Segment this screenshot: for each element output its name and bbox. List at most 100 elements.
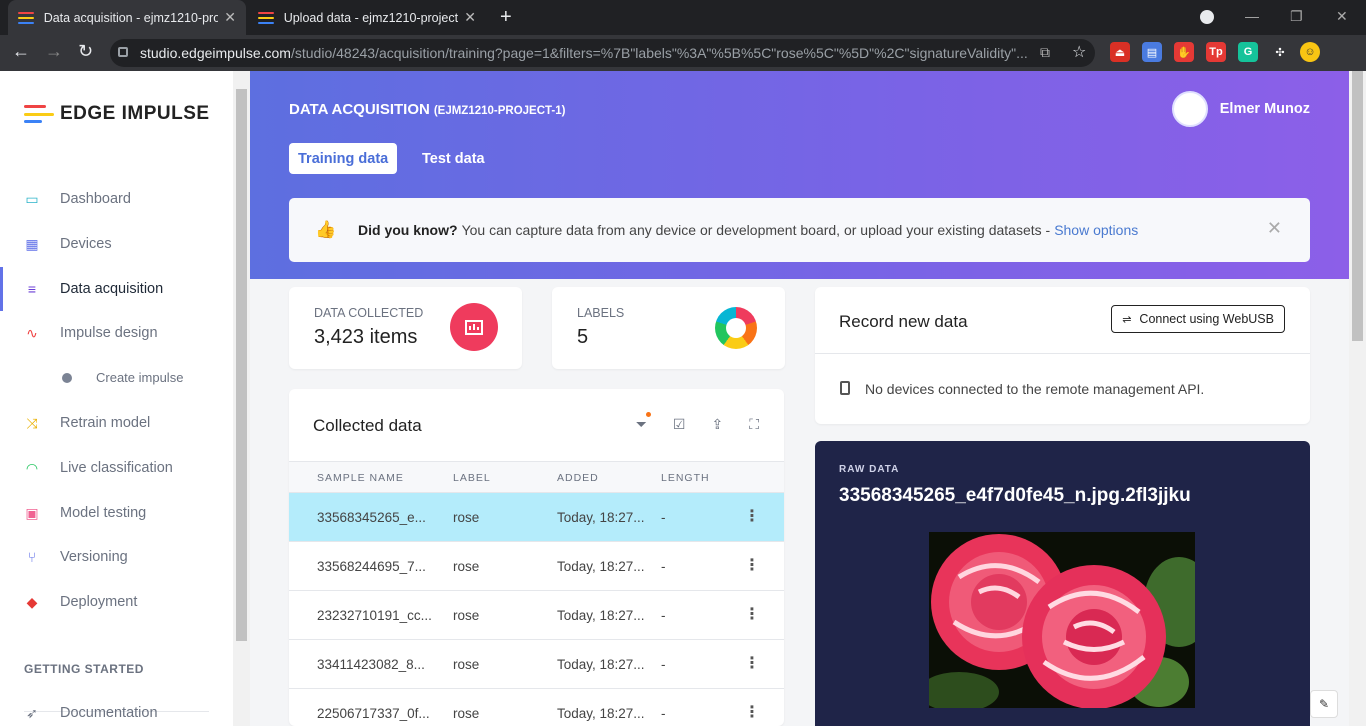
forward-arrow-icon[interactable]: → <box>45 41 63 62</box>
cell-length: - <box>661 657 666 672</box>
show-options-link[interactable]: Show options <box>1054 222 1138 238</box>
close-tab-icon[interactable]: ✕ <box>224 9 236 26</box>
sidebar-item-documentation[interactable]: ➶ Documentation <box>0 691 233 726</box>
sidebar-item-versioning[interactable]: ⑂ Versioning <box>0 535 233 579</box>
row-menu-icon[interactable]: ⋮ <box>744 493 760 540</box>
chip-icon <box>840 381 850 395</box>
row-menu-icon[interactable]: ⋮ <box>744 689 760 726</box>
monitor-icon: ▭ <box>25 190 39 207</box>
collected-data-card: Collected data ⏷ ☑ ⇪ ⛶ SAMPLE NAME LABEL… <box>289 389 784 726</box>
close-icon[interactable]: ✕ <box>1267 218 1282 239</box>
sidebar-item-label: Devices <box>60 236 112 252</box>
row-menu-icon[interactable]: ⋮ <box>744 640 760 687</box>
sidebar-scrollbar[interactable] <box>233 71 250 726</box>
column-header-added[interactable]: ADDED <box>557 462 599 494</box>
cell-label: rose <box>453 608 480 623</box>
cell-added: Today, 18:27... <box>557 559 645 574</box>
sidebar-item-data-acquisition[interactable]: ≡ Data acquisition <box>0 267 233 311</box>
avatar <box>1171 91 1208 127</box>
cell-length: - <box>661 559 666 574</box>
table-row[interactable]: 33568345265_e... rose Today, 18:27... - ⋮ <box>289 493 784 542</box>
minimize-button[interactable]: — <box>1245 8 1259 24</box>
chat-icon[interactable]: ✎ <box>1310 690 1338 718</box>
sidebar-item-dashboard[interactable]: ▭ Dashboard <box>0 177 233 221</box>
tp-icon[interactable]: Tp <box>1206 42 1226 62</box>
sidebar-subitem-create-impulse[interactable]: Create impulse <box>62 370 183 385</box>
connect-webusb-button[interactable]: ⇌ Connect using WebUSB <box>1111 305 1285 333</box>
cell-length: - <box>661 510 666 525</box>
collected-data-toolbar: ⏷ ☑ ⇪ ⛶ <box>636 412 759 433</box>
sidebar-subitem-label: Create impulse <box>96 370 184 385</box>
table-row[interactable]: 22506717337_0f... rose Today, 18:27... - ⋮ <box>289 689 784 726</box>
maximize-button[interactable]: ❐ <box>1290 8 1303 25</box>
labels-donut-chart <box>715 307 757 349</box>
page-title-text: DATA ACQUISITION <box>289 101 430 118</box>
docs-icon[interactable]: ▤ <box>1142 42 1162 62</box>
sidebar-item-model-testing[interactable]: ▣ Model testing <box>0 491 233 535</box>
tip-text: You can capture data from any device or … <box>461 222 1051 238</box>
user-menu[interactable]: Elmer Munoz <box>1171 91 1310 127</box>
table-header: SAMPLE NAME LABEL ADDED LENGTH <box>289 461 784 493</box>
cell-label: rose <box>453 559 480 574</box>
sidebar-item-impulse-design[interactable]: ∿ Impulse design <box>0 311 233 355</box>
tab-test-data[interactable]: Test data <box>413 143 494 174</box>
column-header-length[interactable]: LENGTH <box>661 462 710 494</box>
user-name: Elmer Munoz <box>1219 101 1310 117</box>
adblock-icon[interactable]: ✋ <box>1174 42 1194 62</box>
cell-added: Today, 18:27... <box>557 657 645 672</box>
data-collected-card: DATA COLLECTED 3,423 items <box>289 287 522 369</box>
lock-icon[interactable] <box>118 47 128 57</box>
cell-label: rose <box>453 510 480 525</box>
upload-icon[interactable]: ⇪ <box>711 416 723 433</box>
no-devices-message: No devices connected to the remote manag… <box>865 381 1205 397</box>
translate-icon[interactable]: ⧉ <box>1040 44 1050 61</box>
close-window-button[interactable]: ✕ <box>1336 8 1348 25</box>
table-row[interactable]: 33568244695_7... rose Today, 18:27... - ⋮ <box>289 542 784 591</box>
browser-tab-data-acquisition[interactable]: Data acquisition - ejmz1210-proj ✕ <box>8 0 246 35</box>
grammarly-icon[interactable]: G <box>1238 42 1258 62</box>
fullscreen-icon[interactable]: ⛶ <box>749 416 759 433</box>
sidebar-item-label: Deployment <box>60 594 138 610</box>
column-header-sample-name[interactable]: SAMPLE NAME <box>317 462 404 494</box>
logo-text: EDGE IMPULSE <box>60 103 210 124</box>
select-checkbox-icon[interactable]: ☑ <box>673 416 686 433</box>
new-tab-button[interactable]: + <box>500 6 512 29</box>
table-row[interactable]: 23232710191_cc... rose Today, 18:27... - ⋮ <box>289 591 784 640</box>
clipboard-check-icon: ▣ <box>25 504 39 521</box>
scrollbar-thumb[interactable] <box>236 89 247 641</box>
profile-icon[interactable]: ☺ <box>1300 42 1320 62</box>
scrollbar-thumb[interactable] <box>1352 71 1363 341</box>
close-tab-icon[interactable]: ✕ <box>464 9 476 26</box>
browser-tab-title: Upload data - ejmz1210-project- <box>283 10 459 25</box>
media-control-icon[interactable] <box>1200 10 1214 24</box>
sidebar-item-devices[interactable]: ▦ Devices <box>0 222 233 266</box>
sidebar-item-live-classification[interactable]: ◠ Live classification <box>0 446 233 490</box>
filter-icon[interactable]: ⏷ <box>636 412 651 433</box>
did-you-know-banner: 👍 Did you know? You can capture data fro… <box>289 198 1310 262</box>
browser-tab-title: Data acquisition - ejmz1210-proj <box>43 10 219 25</box>
page-scrollbar[interactable] <box>1349 71 1366 726</box>
record-new-data-card: Record new data ⇌ Connect using WebUSB N… <box>815 287 1310 424</box>
pulse-icon: ∿ <box>26 324 38 341</box>
stat-label: DATA COLLECTED <box>314 306 424 320</box>
browser-tab-upload-data[interactable]: Upload data - ejmz1210-project- ✕ <box>248 0 486 35</box>
back-arrow-icon[interactable]: ← <box>12 41 30 62</box>
reload-icon[interactable]: ↻ <box>78 41 93 62</box>
cell-added: Today, 18:27... <box>557 706 645 721</box>
logo-mark-icon <box>24 105 54 123</box>
row-menu-icon[interactable]: ⋮ <box>744 591 760 638</box>
pdf-icon[interactable]: ⏏ <box>1110 42 1130 62</box>
sidebar-item-deployment[interactable]: ◆ Deployment <box>0 580 233 624</box>
puzzle-icon[interactable]: ✣ <box>1270 42 1290 62</box>
project-name: (EJMZ1210-PROJECT-1) <box>433 105 566 117</box>
edge-impulse-logo[interactable]: EDGE IMPULSE <box>24 103 210 125</box>
sidebar-section-heading: GETTING STARTED <box>24 662 144 676</box>
bookmark-star-icon[interactable]: ☆ <box>1072 42 1086 62</box>
url-bar[interactable]: studio.edgeimpulse.com/studio/48243/acqu… <box>110 39 1095 67</box>
column-header-label[interactable]: LABEL <box>453 462 491 494</box>
branch-icon: ⑂ <box>27 549 37 565</box>
table-row[interactable]: 33411423082_8... rose Today, 18:27... - ⋮ <box>289 640 784 689</box>
tab-training-data[interactable]: Training data <box>289 143 398 174</box>
row-menu-icon[interactable]: ⋮ <box>744 542 760 589</box>
sidebar-item-retrain-model[interactable]: ⤨ Retrain model <box>0 401 233 445</box>
